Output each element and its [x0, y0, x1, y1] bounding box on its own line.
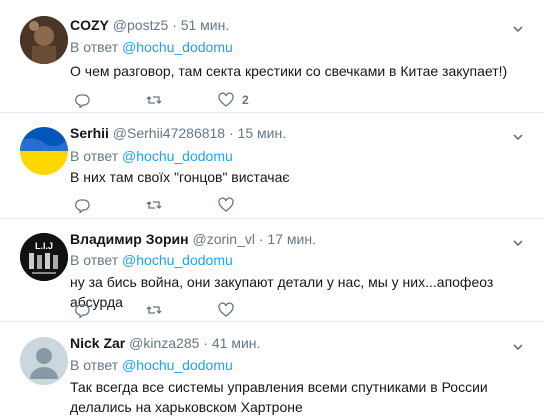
like-button[interactable] [218, 195, 242, 215]
reply-to-line: В ответ @hochu_dodomu [70, 148, 233, 164]
reply-to-line: В ответ @hochu_dodomu [70, 252, 233, 268]
reply-icon [75, 304, 90, 318]
chevron-down-icon[interactable] [512, 237, 524, 249]
retweet-button[interactable] [146, 90, 162, 110]
reply-button[interactable] [74, 300, 90, 320]
avatar-logo-text: L.I.J [35, 241, 53, 251]
author-name[interactable]: COZY [70, 17, 109, 33]
reply-to-line: В ответ @hochu_dodomu [70, 357, 233, 373]
avatar[interactable]: L.I.J [20, 233, 68, 281]
author-handle[interactable]: @Serhii47286818 [113, 125, 225, 141]
reply-to-label: В ответ [70, 148, 119, 164]
reply-button[interactable] [74, 195, 90, 215]
tweet-header: COZY @postz5 · 51 мин. [70, 17, 229, 33]
tweet-text: Так всегда все системы управления всеми … [70, 379, 488, 415]
tweet-text: О чем разговор, там секта крестики со св… [70, 63, 508, 79]
reply-icon [75, 199, 90, 213]
retweet-icon [146, 201, 162, 209]
avatar[interactable] [20, 337, 68, 385]
reply-mention-link[interactable]: @hochu_dodomu [122, 252, 233, 268]
separator-dot: · [172, 17, 177, 33]
timestamp[interactable]: 41 мин. [212, 335, 261, 351]
tweet-1[interactable]: COZY @postz5 · 51 мин. В ответ @hochu_do… [0, 0, 544, 113]
tweet-header: Владимир Зорин @zorin_vl · 17 мин. [70, 231, 316, 247]
like-count: 2 [242, 93, 249, 107]
timestamp[interactable]: 17 мин. [267, 231, 316, 247]
retweet-button[interactable] [146, 300, 162, 320]
author-handle[interactable]: @zorin_vl [193, 231, 255, 247]
reply-to-line: В ответ @hochu_dodomu [70, 39, 233, 55]
author-name[interactable]: Nick Zar [70, 335, 125, 351]
reply-mention-link[interactable]: @hochu_dodomu [122, 148, 233, 164]
author-name[interactable]: Владимир Зорин [70, 231, 189, 247]
reply-icon [75, 94, 90, 108]
retweet-icon [146, 306, 162, 314]
avatar[interactable] [20, 127, 68, 175]
reply-to-label: В ответ [70, 39, 119, 55]
reply-button[interactable] [74, 90, 90, 110]
author-name[interactable]: Serhii [70, 125, 109, 141]
separator-dot: · [228, 125, 234, 141]
like-icon [218, 302, 234, 317]
chevron-down-icon[interactable] [512, 341, 524, 353]
timestamp[interactable]: 15 мин. [238, 125, 287, 141]
like-icon [218, 92, 234, 107]
retweet-icon [146, 96, 162, 104]
tweet-2[interactable]: Serhii @Serhii47286818 · 15 мин. В ответ… [0, 113, 544, 219]
like-button[interactable]: 2 [218, 90, 249, 110]
separator-dot: · [258, 231, 264, 247]
reply-to-label: В ответ [70, 252, 119, 268]
separator-dot: · [203, 335, 208, 351]
tweet-header: Serhii @Serhii47286818 · 15 мин. [70, 125, 286, 141]
timestamp[interactable]: 51 мин. [181, 17, 230, 33]
tweet-3[interactable]: L.I.J Владимир Зорин @zorin_vl · 17 мин.… [0, 219, 544, 322]
author-handle[interactable]: @kinza285 [129, 335, 199, 351]
avatar[interactable] [20, 16, 68, 64]
tweet-text: ну за бись война, они закупают детали у … [70, 274, 494, 310]
tweet-4[interactable]: Nick Zar @kinza285 · 41 мин. В ответ @ho… [0, 322, 544, 419]
reply-mention-link[interactable]: @hochu_dodomu [122, 357, 233, 373]
like-icon [218, 197, 234, 212]
reply-mention-link[interactable]: @hochu_dodomu [122, 39, 233, 55]
author-handle[interactable]: @postz5 [113, 17, 168, 33]
tweet-header: Nick Zar @kinza285 · 41 мин. [70, 335, 260, 351]
like-button[interactable] [218, 300, 242, 320]
tweet-text: В них там своїх "гонцов" вистачає [70, 169, 290, 185]
chevron-down-icon[interactable] [512, 23, 524, 35]
chevron-down-icon[interactable] [512, 131, 524, 143]
retweet-button[interactable] [146, 195, 162, 215]
reply-to-label: В ответ [70, 357, 119, 373]
